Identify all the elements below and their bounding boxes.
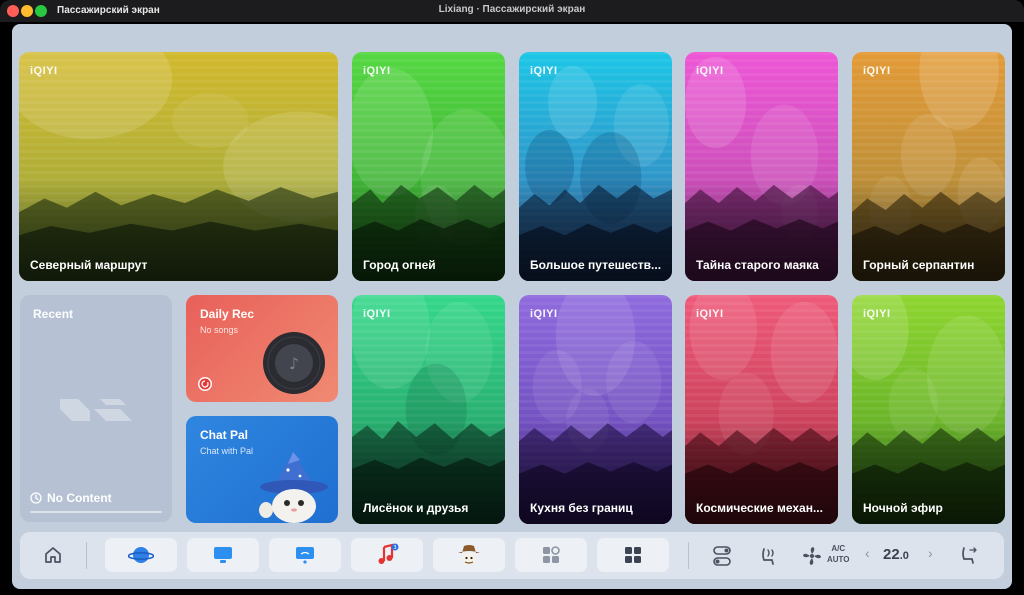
planet-app-button[interactable]	[105, 538, 177, 572]
no-content-label: No Content	[47, 491, 112, 505]
iqiyi-logo: iQIYI	[863, 308, 891, 320]
app-store-button[interactable]	[515, 538, 587, 572]
iqiyi-logo: iQIYI	[363, 308, 391, 320]
video-title: Горный серпантин	[863, 258, 975, 272]
music-note-icon: 3	[378, 543, 399, 564]
recent-divider	[30, 511, 162, 513]
video-title: Лисёнок и друзья	[363, 501, 469, 515]
no-content-status: No Content	[30, 491, 112, 505]
dock-divider	[688, 542, 689, 569]
video-card[interactable]: iQIYI Космические механ...	[685, 295, 838, 524]
recent-panel[interactable]: Recent No Content	[20, 295, 172, 522]
daily-rec-title: Daily Rec	[200, 307, 255, 321]
daily-rec-card[interactable]: Daily Rec No songs ♪	[186, 295, 338, 402]
music-badge-count: 3	[393, 545, 396, 551]
iqiyi-logo: iQIYI	[530, 308, 558, 320]
video-title: Ночной эфир	[863, 501, 943, 515]
chat-pal-title: Chat Pal	[200, 428, 249, 442]
video-title: Большое путешеств...	[530, 258, 662, 272]
game-app-button[interactable]	[433, 538, 505, 572]
temperature-display: 22.0	[883, 546, 909, 563]
cowboy-game-icon	[458, 545, 480, 565]
clock-icon	[30, 492, 42, 504]
app-window: Пассажирский экран Lixiang · Пассажирски…	[0, 0, 1024, 595]
temp-decrease-chevron-icon[interactable]: ‹	[865, 545, 870, 561]
iqiyi-logo: iQIYI	[696, 308, 724, 320]
video-title: Северный маршрут	[30, 258, 148, 272]
screen-mirror-button[interactable]	[187, 538, 259, 572]
video-card[interactable]: iQIYI Ночной эфир	[852, 295, 1005, 524]
vinyl-record-icon: ♪	[263, 332, 325, 394]
video-card[interactable]: iQIYI Лисёнок и друзья	[352, 295, 505, 524]
dock-divider	[86, 542, 87, 569]
music-app-button[interactable]: 3	[351, 538, 423, 572]
video-title: Тайна старого маяка	[696, 258, 819, 272]
app-grid-icon	[625, 547, 641, 563]
planet-icon	[128, 547, 154, 563]
video-card[interactable]: iQIYI Большое путешеств...	[519, 52, 672, 281]
app-store-icon	[543, 546, 560, 563]
home-icon[interactable]	[42, 544, 64, 566]
temperature-value: 22	[883, 546, 900, 563]
ac-mode-label: AUTO	[827, 555, 850, 564]
temp-increase-chevron-icon[interactable]: ›	[928, 545, 933, 561]
video-title: Город огней	[363, 258, 436, 272]
iqiyi-logo: iQIYI	[363, 65, 391, 77]
iqiyi-logo: iQIYI	[30, 65, 58, 77]
bottom-dock: 3 A/C AUTO ‹ 22.0 ›	[20, 532, 1004, 579]
video-card[interactable]: iQIYI Кухня без границ	[519, 295, 672, 524]
video-card[interactable]: iQIYI Город огней	[352, 52, 505, 281]
seat-heat-icon[interactable]	[757, 544, 781, 568]
video-card[interactable]: iQIYI Северный маршрут	[19, 52, 338, 281]
lixiang-logo-icon	[60, 399, 132, 421]
title-bar: Пассажирский экран Lixiang · Пассажирски…	[0, 0, 1024, 22]
wizard-mascot-icon	[259, 452, 328, 523]
fan-icon[interactable]	[800, 544, 824, 568]
iqiyi-logo: iQIYI	[696, 65, 724, 77]
temperature-decimal: .0	[899, 550, 909, 562]
screen-cast-button[interactable]	[269, 538, 341, 572]
screen-cast-icon	[296, 547, 314, 564]
window-title: Lixiang · Пассажирский экран	[438, 4, 586, 15]
ac-auto-indicator[interactable]: A/C AUTO	[827, 543, 850, 565]
video-card[interactable]: iQIYI Горный серпантин	[852, 52, 1005, 281]
toggle-controls-icon[interactable]	[710, 544, 734, 568]
app-grid-button[interactable]	[597, 538, 669, 572]
daily-rec-subtitle: No songs	[200, 325, 239, 335]
chat-pal-subtitle: Chat with Pal	[200, 446, 254, 456]
video-title: Кухня без границ	[530, 501, 633, 515]
iqiyi-logo: iQIYI	[863, 65, 891, 77]
video-card[interactable]: iQIYI Тайна старого маяка	[685, 52, 838, 281]
ac-label: A/C	[831, 544, 846, 553]
recent-title: Recent	[33, 307, 74, 321]
screen-mirror-icon	[214, 547, 232, 563]
passenger-screen: iQIYI Северный маршрут iQIYI Город огней	[12, 24, 1012, 589]
video-title: Космические механ...	[696, 501, 823, 515]
seat-adjust-icon[interactable]	[958, 543, 982, 567]
netease-music-icon	[198, 377, 212, 391]
chat-pal-card[interactable]: Chat Pal Chat with Pal	[186, 416, 338, 523]
iqiyi-logo: iQIYI	[530, 65, 558, 77]
svg-text:♪: ♪	[289, 354, 299, 373]
